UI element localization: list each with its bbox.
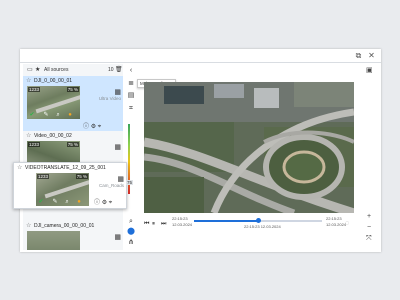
info-icon[interactable]: ⓘ [83,124,89,130]
film-icon[interactable]: ▦ [83,143,121,151]
pause-icon[interactable]: ⏸ [152,221,155,228]
loading-icon: ◌ [345,220,350,227]
film-icon[interactable]: ▦ [94,175,124,183]
source-thumbnail[interactable] [27,231,80,250]
source-title: Video_00_00_02 [34,133,72,139]
source-item[interactable]: ☆ DJI_camera_00_00_00_01 ▦ [23,221,123,250]
end-date: 12.03.2024 [326,222,347,227]
source-info: ▦ Cam_Roads [94,175,124,188]
graph-icon[interactable]: ⋔ [126,238,136,248]
title-bar: ⧉ ✕ [20,49,381,63]
vertical-toolbar: ‹ ≣ ▤ ⌗ ⌕ ⬤ ⋔ [125,64,137,250]
sources-sidebar: ▭ ★ All sources 10 🗑 ☆ DJI_0_00_00_01 12… [23,64,123,250]
start-time: 22:15:23 [172,216,188,221]
target-icon[interactable]: ⌖ [109,200,112,206]
pin-icon: ● [68,112,72,118]
source-info: ▦ [83,233,121,250]
film-icon[interactable]: ▦ [83,233,121,241]
star-icon[interactable]: ☆ [26,132,31,139]
gear-icon[interactable]: ⚙ [102,200,107,206]
info-icon[interactable]: ⓘ [94,200,100,206]
star-icon[interactable]: ☆ [26,77,31,84]
folder-icon[interactable]: ▭ [27,64,33,76]
frame-badge: 1233 [28,87,41,92]
check-icon: ✔ [38,199,44,205]
edit-icon: ✎ [52,199,58,205]
aerial-video-image [144,82,354,213]
percent-badge: 75 % [75,174,88,179]
edit-icon: ✎ [43,112,49,118]
source-title: DJI_camera_00_00_00_01 [34,223,95,229]
percent-badge: 75 % [66,142,79,147]
all-sources-label: All sources [44,67,69,73]
gear-icon[interactable]: ⚙ [91,124,96,130]
zoom-in-icon[interactable]: + [367,213,371,220]
start-date: 12.03.2024 [172,222,193,227]
source-title: DJI_0_00_00_01 [34,78,73,84]
search-icon: ⌕ [65,199,69,205]
video-player: ⏮ ⏸ ⏭ 22:15:23 12.03.2024 22:15:23 12.03… [144,82,354,234]
timeline-handle[interactable] [255,218,261,223]
search-icon: ⌕ [56,112,60,118]
close-icon[interactable]: ✕ [367,51,376,60]
star-icon[interactable]: ☆ [17,164,22,171]
zoom-icon[interactable]: ⌕ [126,217,136,227]
sources-header: ▭ ★ All sources 10 🗑 [23,64,123,76]
timeline-progress [194,220,258,222]
expand-icon[interactable]: ⤧ [366,235,372,243]
frame-badge: 1233 [37,174,50,179]
star-icon[interactable]: ★ [35,64,40,76]
right-toolbar [384,113,396,299]
colorbar-value: 75 [126,180,134,185]
film-icon[interactable]: ▦ [83,88,121,96]
source-actions: ⓘ ⚙ ⌖ [94,197,112,207]
source-actions: ⓘ ⚙ ⌖ [83,121,101,131]
source-thumbnail[interactable]: 1233 75 % ✔ ✎ ⌕ ● [36,173,89,206]
check-icon: ✔ [29,112,35,118]
source-info-text: Cam_Roads [98,183,124,188]
percent-badge: 75 % [66,87,79,92]
source-title: VIDEOTRANSLATE_12_09_25_001 [25,165,106,171]
collapse-icon[interactable]: ‹ [126,66,136,76]
source-info: ▦ Ultra Video [83,88,121,118]
location-icon[interactable]: ⬤ [126,227,136,237]
zoom-out-icon[interactable]: − [367,224,371,231]
trash-icon[interactable]: 🗑 [115,64,123,76]
timeline-track[interactable] [194,218,322,223]
pin-icon: ● [77,199,81,205]
expand-icon[interactable]: ⧉ [354,51,363,60]
player-controls: ⏮ ⏸ ⏭ 22:15:23 12.03.2024 22:15:23 12.03… [144,213,354,234]
frame-badge: 1233 [28,142,41,147]
current-date: 12.03.2024 [260,224,281,229]
frame-icon[interactable]: ▤ [126,91,136,101]
video-frame[interactable] [144,82,354,213]
source-item-drag-preview[interactable]: ☆ VIDEOTRANSLATE_12_09_25_001 1233 75 % … [13,162,127,209]
layers-icon[interactable]: ≣ [126,79,136,89]
sources-count: 10 [108,67,114,73]
end-time: 22:15:23 [326,216,342,221]
star-icon[interactable]: ☆ [26,222,31,229]
source-thumbnail[interactable]: 1233 75 % ✔ ✎ ⌕ ● [27,86,80,119]
skip-end-icon[interactable]: ⏭ [161,221,166,228]
current-timestamp: 22:15:23 12.03.2024 [244,224,281,229]
skip-start-icon[interactable]: ⏮ [144,221,149,228]
current-time: 22:15:23 [244,224,260,229]
fullscreen-icon[interactable]: ▣ [366,66,373,74]
crop-icon[interactable]: ⌗ [126,104,136,114]
target-icon[interactable]: ⌖ [98,124,101,130]
source-item[interactable]: ☆ DJI_0_00_00_01 1233 75 % ✔ ✎ ⌕ ● ▦ Ult… [23,76,123,131]
source-info-text: Ultra Video [98,96,121,101]
